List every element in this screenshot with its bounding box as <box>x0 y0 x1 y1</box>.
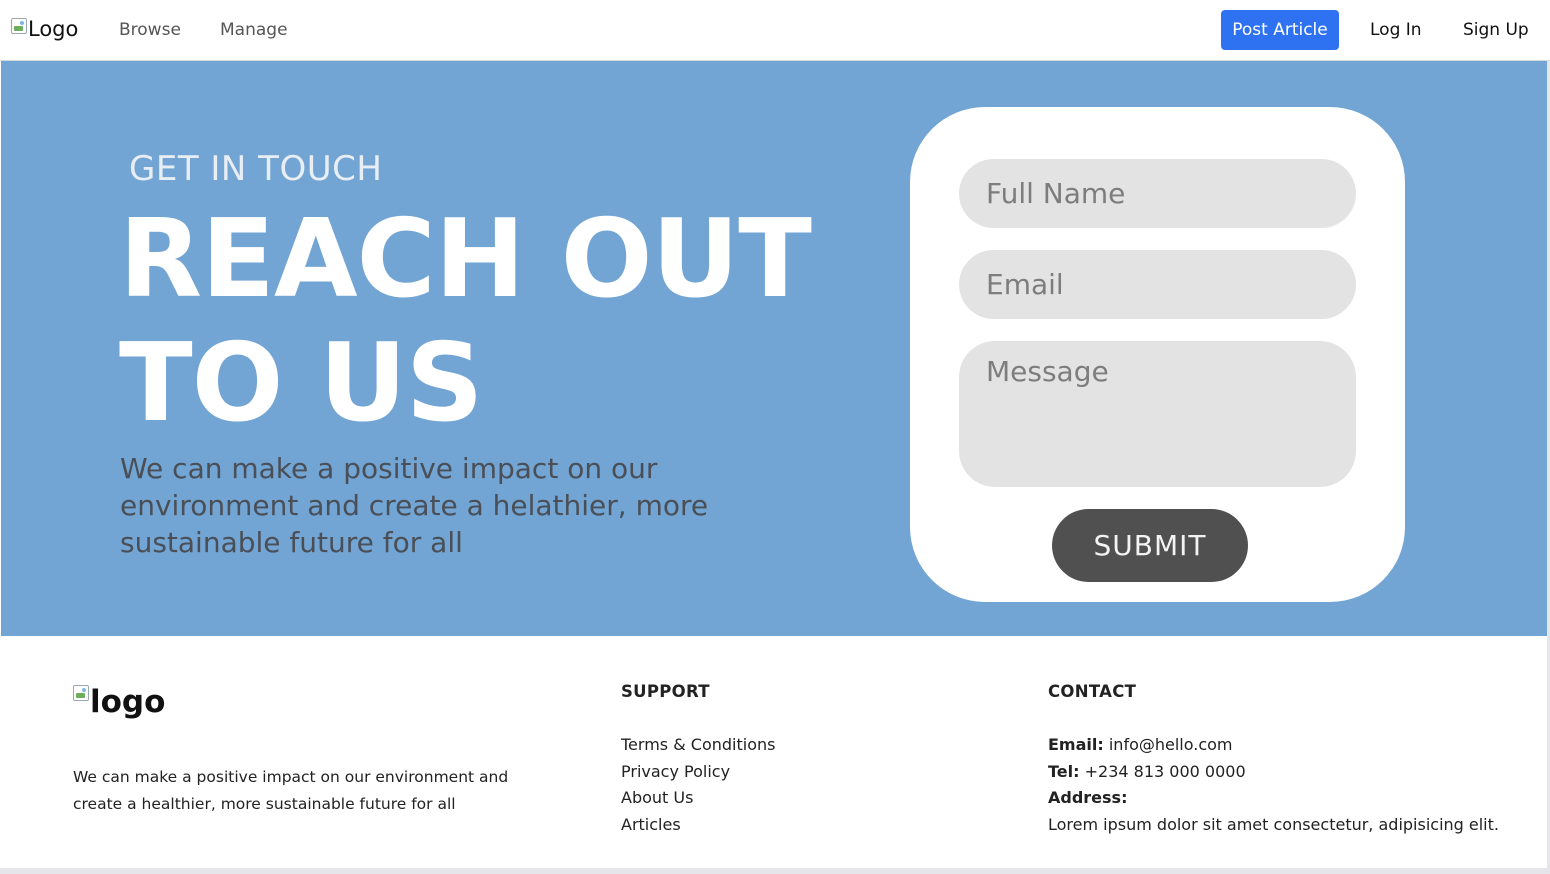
contact-heading: CONTACT <box>1048 682 1137 701</box>
nav-logo[interactable]: Logo <box>11 17 78 43</box>
log-in-link[interactable]: Log In <box>1370 20 1422 40</box>
hero-headline: REACH OUT TO US <box>119 198 899 446</box>
contact-form-card: SUBMIT <box>910 107 1405 602</box>
support-link-item: Privacy Policy <box>621 759 775 786</box>
address-value: Lorem ipsum dolor sit amet consectetur, … <box>1048 815 1499 835</box>
contact-tel-row: Tel: +234 813 000 0000 <box>1048 759 1528 786</box>
full-name-input[interactable] <box>959 159 1356 228</box>
support-links: Terms & Conditions Privacy Policy About … <box>621 732 775 839</box>
tel-label: Tel: <box>1048 761 1080 781</box>
about-us-link[interactable]: About Us <box>621 788 693 807</box>
tel-value[interactable]: +234 813 000 0000 <box>1085 762 1246 781</box>
page-bottom-edge <box>0 868 1550 874</box>
contact-details: Email: info@hello.com Tel: +234 813 000 … <box>1048 732 1528 839</box>
support-link-item: Articles <box>621 812 775 839</box>
hero-description: We can make a positive impact on our env… <box>120 452 709 559</box>
headline-line-1: REACH OUT <box>119 197 812 322</box>
hero-eyebrow: GET IN TOUCH <box>129 149 383 189</box>
privacy-policy-link[interactable]: Privacy Policy <box>621 762 730 781</box>
sign-up-link[interactable]: Sign Up <box>1463 20 1529 40</box>
broken-image-icon <box>73 685 89 701</box>
email-label: Email: <box>1048 735 1104 754</box>
headline-line-2: TO US <box>119 321 484 446</box>
articles-link[interactable]: Articles <box>621 815 681 834</box>
support-heading: SUPPORT <box>621 682 710 701</box>
nav-link-browse[interactable]: Browse <box>119 20 181 40</box>
nav-logo-alt-text: Logo <box>28 17 79 41</box>
contact-email-row: Email: info@hello.com <box>1048 732 1528 759</box>
support-link-item: Terms & Conditions <box>621 732 775 759</box>
site-footer: logo We can make a positive impact on ou… <box>1 636 1547 868</box>
top-navbar: Logo Browse Manage Post Article Log In S… <box>0 0 1550 61</box>
broken-image-icon <box>11 18 27 34</box>
address-label: Address: <box>1048 788 1128 808</box>
contact-address-row: Address: <box>1048 785 1528 812</box>
footer-logo[interactable]: logo <box>73 684 165 720</box>
footer-logo-alt-text: logo <box>90 684 166 720</box>
terms-link[interactable]: Terms & Conditions <box>621 735 775 754</box>
post-article-button[interactable]: Post Article <box>1221 10 1339 50</box>
email-value[interactable]: info@hello.com <box>1109 735 1233 754</box>
footer-description: We can make a positive impact on our env… <box>73 768 509 813</box>
submit-button[interactable]: SUBMIT <box>1052 509 1248 582</box>
nav-link-manage[interactable]: Manage <box>220 20 288 40</box>
support-link-item: About Us <box>621 785 775 812</box>
email-input[interactable] <box>959 250 1356 319</box>
message-textarea[interactable] <box>959 341 1356 487</box>
